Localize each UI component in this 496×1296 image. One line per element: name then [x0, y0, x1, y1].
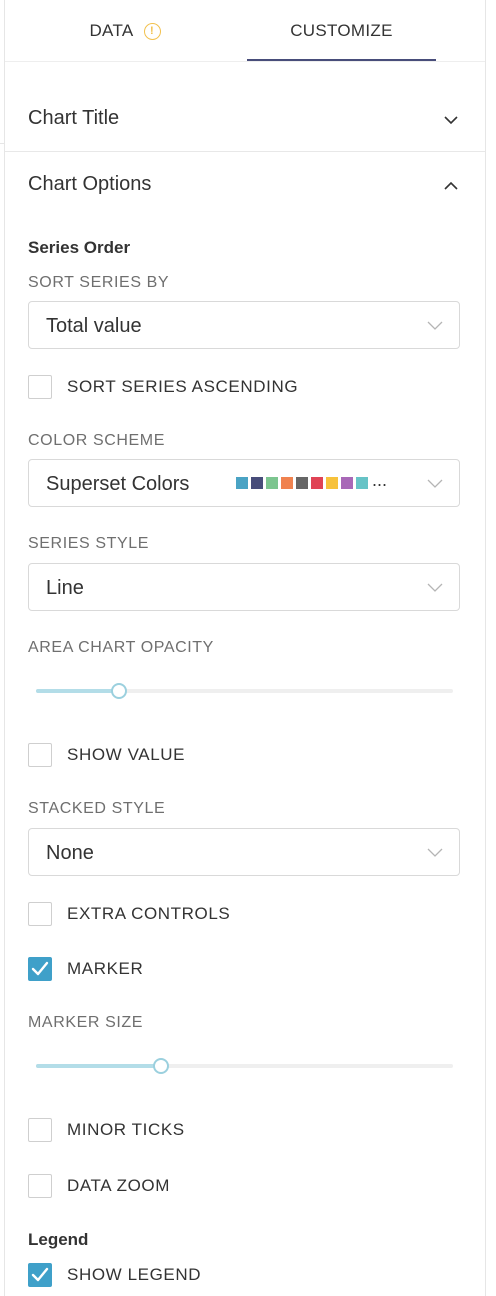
color-scheme-label: COLOR SCHEME: [28, 432, 165, 449]
checkbox-label: DATA ZOOM: [67, 1175, 170, 1195]
checkbox[interactable]: [28, 901, 52, 926]
checkbox[interactable]: [28, 1262, 52, 1287]
area-chart-opacity-slider[interactable]: [36, 682, 453, 700]
swatch-overflow: ...: [372, 470, 388, 490]
checkbox-label: SHOW VALUE: [67, 744, 186, 764]
color-swatch: [296, 477, 308, 489]
minor-ticks-checkbox[interactable]: MINOR TICKS: [28, 1116, 185, 1143]
slider-handle[interactable]: [111, 683, 127, 699]
group-title-series-order: Series Order: [28, 238, 131, 257]
checkmark-icon: [31, 961, 49, 975]
color-swatches: ...: [236, 470, 388, 490]
group-title-legend: Legend: [28, 1230, 89, 1249]
show-value-checkbox[interactable]: SHOW VALUE: [28, 741, 185, 768]
marker-checkbox[interactable]: MARKER: [28, 955, 143, 982]
checkmark-icon: [31, 1267, 49, 1281]
checkbox[interactable]: [28, 956, 52, 981]
color-swatch: [311, 477, 323, 489]
data-zoom-checkbox[interactable]: DATA ZOOM: [28, 1172, 170, 1199]
section-title: Chart Title: [28, 106, 120, 129]
checkbox-label: SHOW LEGEND: [67, 1264, 202, 1284]
checkbox[interactable]: [28, 1117, 52, 1142]
checkbox-label: MARKER: [67, 958, 144, 978]
section-title: Chart Options: [28, 172, 152, 195]
chevron-down-icon: [444, 116, 458, 125]
color-swatch: [266, 477, 278, 489]
warning-icon: !: [143, 22, 161, 40]
marker-size-label: MARKER SIZE: [28, 1014, 144, 1031]
divider: [5, 61, 485, 62]
divider: [5, 151, 485, 152]
select-value: Line: [46, 577, 84, 599]
area-chart-opacity-label: AREA CHART OPACITY: [28, 639, 214, 656]
tab-data-label: DATA: [89, 21, 134, 40]
checkbox[interactable]: [28, 374, 52, 399]
stacked-style-select[interactable]: None: [28, 828, 460, 876]
checkbox-label: EXTRA CONTROLS: [67, 903, 231, 923]
slider-track: [36, 1064, 161, 1068]
chevron-down-icon: [427, 321, 443, 330]
show-legend-checkbox[interactable]: SHOW LEGEND: [28, 1261, 201, 1288]
color-swatch: [236, 477, 248, 489]
sort-series-by-select[interactable]: Total value: [28, 301, 460, 349]
sort-series-ascending-checkbox[interactable]: SORT SERIES ASCENDING: [28, 373, 298, 400]
series-style-select[interactable]: Line: [28, 563, 460, 611]
chevron-down-icon: [427, 848, 443, 857]
select-value: Superset Colors: [46, 473, 190, 495]
checkbox-label: MINOR TICKS: [67, 1119, 185, 1139]
checkbox[interactable]: [28, 742, 52, 767]
color-scheme-select[interactable]: Superset Colors ...: [28, 459, 460, 507]
color-swatch: [326, 477, 338, 489]
slider-handle[interactable]: [153, 1058, 169, 1074]
extra-controls-checkbox[interactable]: EXTRA CONTROLS: [28, 900, 230, 927]
section-header-chart-options[interactable]: Chart Options: [5, 156, 485, 212]
color-swatch: [356, 477, 368, 489]
color-swatch: [341, 477, 353, 489]
checkbox-label: SORT SERIES ASCENDING: [67, 376, 299, 396]
marker-size-slider[interactable]: [36, 1057, 453, 1075]
chevron-down-icon: [427, 479, 443, 488]
select-value: None: [46, 842, 94, 864]
slider-track: [36, 689, 119, 693]
sort-series-by-label: SORT SERIES BY: [28, 274, 170, 291]
series-style-label: SERIES STYLE: [28, 535, 150, 552]
tab-customize[interactable]: CUSTOMIZE: [247, 0, 436, 62]
color-swatch: [251, 477, 263, 489]
panel-border: [485, 0, 486, 1296]
tab-data[interactable]: DATA !: [5, 0, 245, 62]
checkbox[interactable]: [28, 1173, 52, 1198]
chevron-down-icon: [427, 583, 443, 592]
tab-customize-label: CUSTOMIZE: [290, 21, 393, 40]
chevron-up-icon: [444, 181, 458, 190]
color-swatch: [281, 477, 293, 489]
section-header-chart-title[interactable]: Chart Title: [5, 90, 485, 146]
stacked-style-label: STACKED STYLE: [28, 800, 166, 817]
select-value: Total value: [46, 315, 142, 337]
